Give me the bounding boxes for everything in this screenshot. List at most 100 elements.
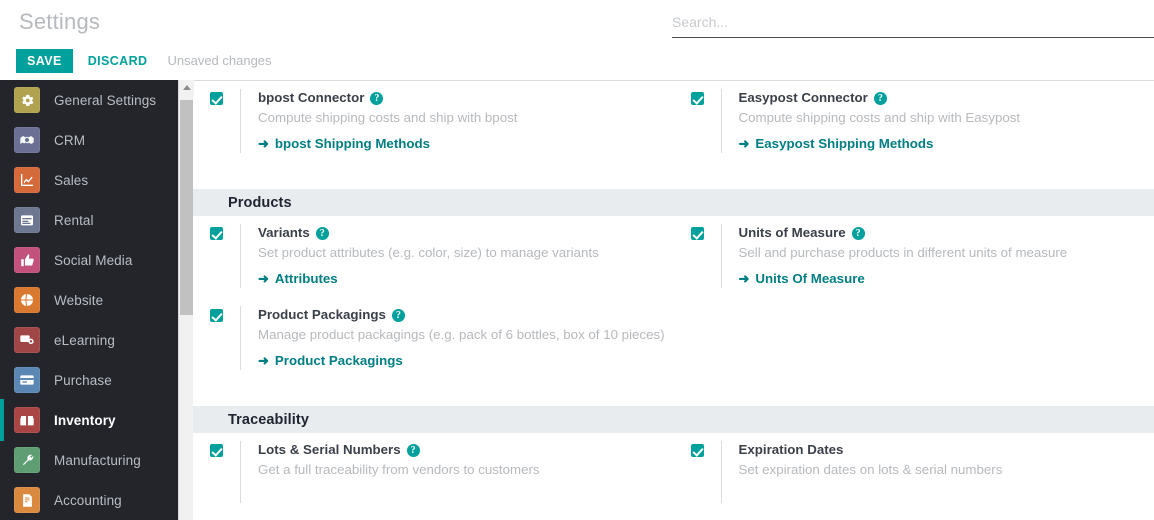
option-link-variants[interactable]: ➜ Attributes [258, 271, 338, 286]
option-title: Easypost Connector [738, 90, 868, 105]
option-body: Expiration Dates Set expiration dates on … [720, 441, 1154, 503]
sidebar-item-accounting[interactable]: Accounting [0, 480, 178, 520]
sidebar-item-label: Purchase [54, 372, 112, 388]
checkbox-expiration-dates[interactable] [690, 444, 704, 457]
option-link-product-packagings[interactable]: ➜ Product Packagings [258, 353, 403, 368]
action-buttons: SAVE DISCARD Unsaved changes [16, 49, 272, 73]
option-title: Units of Measure [738, 225, 846, 240]
option-title-row: Variants? [258, 224, 674, 242]
sidebar-item-label: eLearning [54, 332, 115, 348]
option-description: Compute shipping costs and ship with bpo… [258, 110, 518, 125]
thumbs-up-icon [14, 247, 40, 273]
sidebar-item-purchase[interactable]: Purchase [0, 360, 178, 400]
card-icon [14, 367, 40, 393]
setting-option-units-of-measure: Units of Measure? Sell and purchase produ… [674, 216, 1154, 298]
sidebar-item-label: General Settings [54, 92, 157, 108]
checkbox-cell [193, 89, 240, 153]
option-link-easypost-connector[interactable]: ➜ Easypost Shipping Methods [739, 136, 934, 151]
setting-option-expiration-dates: Expiration Dates Set expiration dates on … [674, 433, 1154, 513]
sidebar-item-label: Manufacturing [54, 452, 141, 468]
option-body: Units of Measure? Sell and purchase produ… [720, 224, 1154, 288]
help-icon[interactable]: ? [873, 91, 887, 105]
help-icon[interactable]: ? [315, 226, 329, 240]
option-body: Product Packagings? Manage product packag… [240, 306, 674, 370]
sidebar-item-label: Rental [54, 212, 94, 228]
sidebar-scrollbar[interactable] [178, 80, 194, 520]
option-description: Manage product packagings (e.g. pack of … [258, 327, 665, 342]
option-title: Lots & Serial Numbers [258, 442, 401, 457]
sidebar-item-social-media[interactable]: Social Media [0, 240, 178, 280]
option-link-label: Product Packagings [274, 353, 403, 368]
option-body: Lots & Serial Numbers? Get a full traceab… [240, 441, 674, 503]
checkbox-units-of-measure[interactable] [690, 227, 704, 240]
option-link-label: Attributes [274, 271, 338, 286]
checkbox-product-packagings[interactable] [210, 309, 223, 322]
sidebar-item-label: Social Media [54, 252, 133, 268]
section-header-products: Products [193, 189, 1154, 216]
setting-option-lots-serial-numbers: Lots & Serial Numbers? Get a full traceab… [193, 433, 674, 513]
settings-grid-traceability: Lots & Serial Numbers? Get a full traceab… [193, 433, 1154, 513]
chart-line-icon [14, 167, 40, 193]
checkbox-cell [674, 224, 721, 288]
help-icon[interactable]: ? [406, 443, 420, 457]
sidebar-item-general-settings[interactable]: General Settings [0, 80, 178, 120]
top-header: Settings SAVE DISCARD Unsaved changes [0, 0, 1154, 80]
search-bar[interactable] [672, 8, 1154, 38]
option-body: Easypost Connector? Compute shipping cost… [720, 89, 1154, 153]
arrow-right-icon: ➜ [738, 136, 750, 151]
checkbox-easypost-connector[interactable] [690, 92, 704, 105]
section-header-traceability: Traceability [193, 406, 1154, 433]
option-description: Set expiration dates on lots & serial nu… [738, 462, 1003, 477]
sidebar: General Settings CRM Sales Rental Social Med… [0, 80, 178, 520]
presentation-icon [14, 327, 40, 353]
setting-option-easypost-connector: Easypost Connector? Compute shipping cost… [673, 80, 1154, 163]
gear-icon [14, 87, 40, 113]
handshake-icon [14, 127, 40, 153]
option-title-row: Product Packagings? [258, 306, 674, 324]
sidebar-item-rental[interactable]: Rental [0, 200, 178, 240]
scrollbar-thumb[interactable] [180, 100, 193, 315]
checkbox-cell [193, 441, 240, 503]
option-title: Product Packagings [258, 307, 386, 322]
globe-icon [14, 287, 40, 313]
option-title-row: Units of Measure? [739, 224, 1154, 242]
checkbox-cell [193, 306, 240, 370]
section-title: Traceability [228, 411, 309, 428]
option-link-bpost-connector[interactable]: ➜ bpost Shipping Methods [258, 136, 430, 151]
option-link-label: bpost Shipping Methods [274, 136, 431, 151]
unsaved-changes-label: Unsaved changes [167, 53, 272, 68]
search-input[interactable] [672, 8, 1154, 35]
checkbox-variants[interactable] [210, 227, 223, 240]
setting-option-variants: Variants? Set product attributes (e.g. co… [193, 216, 674, 298]
sidebar-item-sales[interactable]: Sales [0, 160, 178, 200]
sidebar-item-label: CRM [54, 132, 86, 148]
scroll-up-icon[interactable] [179, 80, 194, 95]
option-link-label: Units Of Measure [755, 271, 865, 286]
settings-grid-products: Variants? Set product attributes (e.g. co… [193, 216, 1154, 380]
arrow-right-icon: ➜ [258, 136, 269, 151]
checkbox-lots-serial-numbers[interactable] [210, 444, 223, 457]
option-description: Sell and purchase products in different … [738, 245, 1068, 260]
help-icon[interactable]: ? [391, 308, 405, 322]
sidebar-item-crm[interactable]: CRM [0, 120, 178, 160]
sidebar-item-website[interactable]: Website [0, 280, 178, 320]
option-title: Expiration Dates [738, 442, 844, 457]
arrow-right-icon: ➜ [738, 271, 750, 286]
sidebar-item-label: Accounting [54, 492, 122, 508]
discard-button[interactable]: DISCARD [88, 54, 148, 68]
help-icon[interactable]: ? [370, 91, 384, 105]
option-description: Get a full traceability from vendors to … [258, 462, 540, 477]
calendar-icon [14, 207, 40, 233]
sidebar-item-elearning[interactable]: eLearning [0, 320, 178, 360]
save-button[interactable]: SAVE [16, 49, 73, 73]
option-title-row: bpost Connector? [258, 89, 674, 107]
option-title: Variants [258, 225, 310, 240]
option-link-units-of-measure[interactable]: ➜ Units Of Measure [739, 271, 865, 286]
checkbox-bpost-connector[interactable] [210, 92, 223, 105]
sidebar-item-label: Inventory [54, 412, 116, 428]
sidebar-item-manufacturing[interactable]: Manufacturing [0, 440, 178, 480]
checkbox-cell [193, 224, 240, 288]
help-icon[interactable]: ? [851, 226, 865, 240]
sidebar-item-inventory[interactable]: Inventory [0, 399, 178, 441]
